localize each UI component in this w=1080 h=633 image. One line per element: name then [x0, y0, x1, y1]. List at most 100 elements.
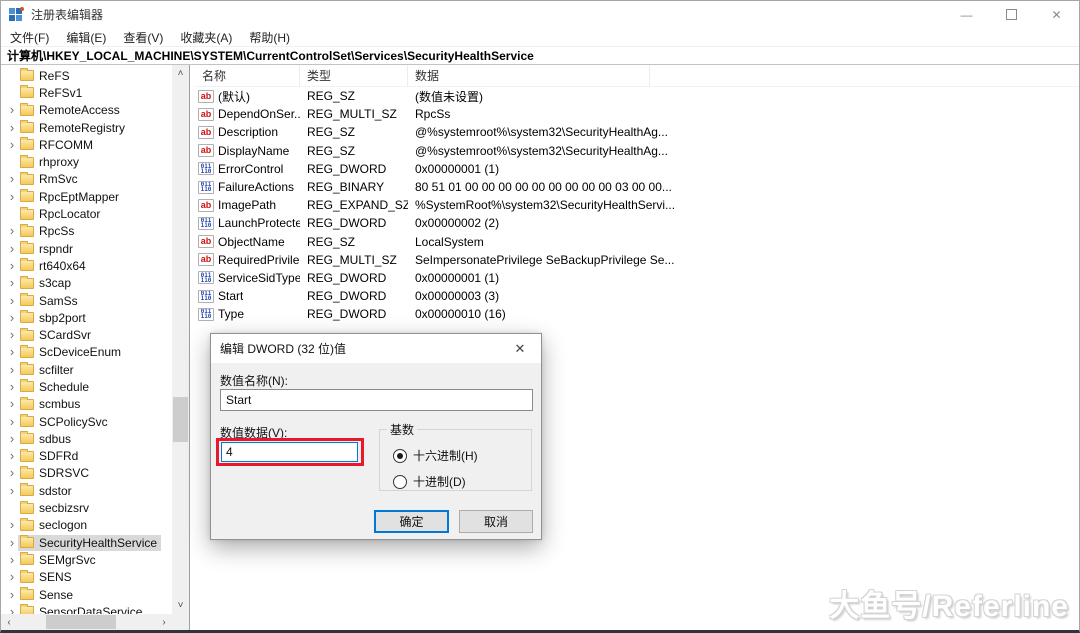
tree-item-ScDeviceEnum[interactable]: ›ScDeviceEnum [1, 344, 172, 361]
value-name-cell[interactable]: abDependOnSer... [195, 107, 300, 121]
value-name-cell[interactable]: 011110Type [195, 307, 300, 321]
value-row-ImagePath[interactable]: abImagePathREG_EXPAND_SZ%SystemRoot%\sys… [195, 196, 1079, 214]
radio-unselected-icon[interactable] [393, 475, 407, 489]
scroll-up-icon[interactable]: ˄ [172, 65, 189, 82]
value-name-cell[interactable]: 011110ServiceSidType [195, 271, 300, 285]
tree-item-ReFSv1[interactable]: ReFSv1 [1, 84, 172, 101]
column-header-data[interactable]: 数据 [408, 65, 650, 86]
chevron-right-icon[interactable]: › [6, 520, 18, 530]
menu-item[interactable]: 查看(V) [123, 29, 163, 46]
chevron-right-icon[interactable]: › [6, 590, 18, 600]
value-row-Type[interactable]: 011110TypeREG_DWORD0x00000010 (16) [195, 305, 1079, 323]
tree-item-content[interactable]: SCardSvr [18, 327, 95, 343]
chevron-right-icon[interactable]: › [6, 538, 18, 548]
tree-item-content[interactable]: SEMgrSvc [18, 552, 100, 568]
tree-item-scfilter[interactable]: ›scfilter [1, 361, 172, 378]
radio-decimal[interactable]: 十进制(D) [393, 473, 466, 490]
value-name-cell[interactable]: 011110Start [195, 289, 300, 303]
tree-item-SEMgrSvc[interactable]: ›SEMgrSvc [1, 551, 172, 568]
tree-item-RemoteAccess[interactable]: ›RemoteAccess [1, 102, 172, 119]
scroll-left-icon[interactable]: ‹ [1, 614, 17, 630]
tree-item-SensorDataService[interactable]: ›SensorDataService [1, 603, 172, 614]
scroll-down-icon[interactable]: ˅ [172, 597, 189, 614]
tree-item-content[interactable]: seclogon [18, 517, 91, 533]
tree-item-content[interactable]: ReFSv1 [18, 85, 86, 101]
value-row-[interactable]: ab(默认)REG_SZ(数值未设置) [195, 87, 1079, 105]
tree-item-content[interactable]: s3cap [18, 275, 75, 291]
chevron-right-icon[interactable]: › [6, 226, 18, 236]
ok-button[interactable]: 确定 [374, 510, 449, 533]
tree-item-RmSvc[interactable]: ›RmSvc [1, 171, 172, 188]
tree-item-content[interactable]: SecurityHealthService [18, 535, 161, 551]
chevron-right-icon[interactable]: › [6, 296, 18, 306]
chevron-right-icon[interactable]: › [6, 244, 18, 254]
tree-item-RpcEptMapper[interactable]: ›RpcEptMapper [1, 188, 172, 205]
tree-item-content[interactable]: secbizsrv [18, 500, 93, 516]
radio-hexadecimal[interactable]: 十六进制(H) [393, 447, 478, 464]
tree-item-content[interactable]: RFCOMM [18, 137, 97, 153]
tree-item-content[interactable]: Sense [18, 587, 77, 603]
tree-item-Schedule[interactable]: ›Schedule [1, 378, 172, 395]
chevron-right-icon[interactable]: › [6, 468, 18, 478]
tree-item-content[interactable]: RpcLocator [18, 206, 104, 222]
tree-item-content[interactable]: sbp2port [18, 310, 90, 326]
tree-item-content[interactable]: RemoteAccess [18, 102, 124, 118]
chevron-right-icon[interactable]: › [6, 399, 18, 409]
tree-item-content[interactable]: RpcEptMapper [18, 189, 123, 205]
chevron-right-icon[interactable]: › [6, 313, 18, 323]
value-name-cell[interactable]: abObjectName [195, 235, 300, 249]
tree-item-SCardSvr[interactable]: ›SCardSvr [1, 326, 172, 343]
value-name-cell[interactable]: abRequiredPrivile... [195, 253, 300, 267]
column-header-name[interactable]: 名称 [195, 65, 300, 86]
tree-item-SamSs[interactable]: ›SamSs [1, 292, 172, 309]
tree-item-RpcSs[interactable]: ›RpcSs [1, 223, 172, 240]
value-row-Start[interactable]: 011110StartREG_DWORD0x00000003 (3) [195, 287, 1079, 305]
chevron-right-icon[interactable]: › [6, 174, 18, 184]
maximize-button[interactable] [989, 1, 1034, 28]
tree-item-content[interactable]: SCPolicySvc [18, 414, 112, 430]
menu-item[interactable]: 收藏夹(A) [180, 29, 232, 46]
tree-item-SCPolicySvc[interactable]: ›SCPolicySvc [1, 413, 172, 430]
address-bar[interactable]: 计算机\HKEY_LOCAL_MACHINE\SYSTEM\CurrentCon… [1, 47, 1079, 65]
value-name-cell[interactable]: 011110ErrorControl [195, 162, 300, 176]
value-row-LaunchProtected[interactable]: 011110LaunchProtectedREG_DWORD0x00000002… [195, 214, 1079, 232]
chevron-right-icon[interactable]: › [6, 330, 18, 340]
tree-item-content[interactable]: SDFRd [18, 448, 82, 464]
chevron-right-icon[interactable]: › [6, 140, 18, 150]
tree-item-content[interactable]: sdstor [18, 483, 76, 499]
tree-item-content[interactable]: SENS [18, 569, 76, 585]
tree-vertical-scrollbar[interactable]: ˄ ˅ [172, 65, 189, 614]
value-row-ObjectName[interactable]: abObjectNameREG_SZLocalSystem [195, 233, 1079, 251]
tree-item-secbizsrv[interactable]: secbizsrv [1, 499, 172, 516]
value-row-RequiredPrivile[interactable]: abRequiredPrivile...REG_MULTI_SZSeImpers… [195, 251, 1079, 269]
value-name-cell[interactable]: abDisplayName [195, 144, 300, 158]
tree-item-sdbus[interactable]: ›sdbus [1, 430, 172, 447]
tree-horizontal-scrollbar[interactable]: ‹ › [1, 614, 172, 630]
value-row-DisplayName[interactable]: abDisplayNameREG_SZ@%systemroot%\system3… [195, 142, 1079, 160]
tree-item-ReFS[interactable]: ReFS [1, 67, 172, 84]
chevron-right-icon[interactable]: › [6, 192, 18, 202]
chevron-right-icon[interactable]: › [6, 486, 18, 496]
dialog-close-icon[interactable]: ✕ [499, 334, 541, 363]
tree-item-sbp2port[interactable]: ›sbp2port [1, 309, 172, 326]
tree-item-sdstor[interactable]: ›sdstor [1, 482, 172, 499]
chevron-right-icon[interactable]: › [6, 607, 18, 614]
chevron-right-icon[interactable]: › [6, 417, 18, 427]
value-name-cell[interactable]: abDescription [195, 125, 300, 139]
tree-item-content[interactable]: rspndr [18, 241, 77, 257]
tree-item-content[interactable]: RmSvc [18, 171, 82, 187]
value-name-cell[interactable]: ab(默认) [195, 88, 300, 105]
vertical-scroll-thumb[interactable] [173, 397, 188, 442]
horizontal-scroll-thumb[interactable] [46, 615, 116, 629]
menu-item[interactable]: 文件(F) [10, 29, 49, 46]
tree-item-RFCOMM[interactable]: ›RFCOMM [1, 136, 172, 153]
tree-item-rhproxy[interactable]: rhproxy [1, 153, 172, 170]
chevron-right-icon[interactable]: › [6, 347, 18, 357]
chevron-right-icon[interactable]: › [6, 261, 18, 271]
tree-item-seclogon[interactable]: ›seclogon [1, 517, 172, 534]
menu-item[interactable]: 帮助(H) [249, 29, 290, 46]
tree-item-scmbus[interactable]: ›scmbus [1, 396, 172, 413]
tree-item-content[interactable]: RemoteRegistry [18, 120, 129, 136]
tree-item-RemoteRegistry[interactable]: ›RemoteRegistry [1, 119, 172, 136]
value-name-cell[interactable]: 011110LaunchProtected [195, 216, 300, 230]
